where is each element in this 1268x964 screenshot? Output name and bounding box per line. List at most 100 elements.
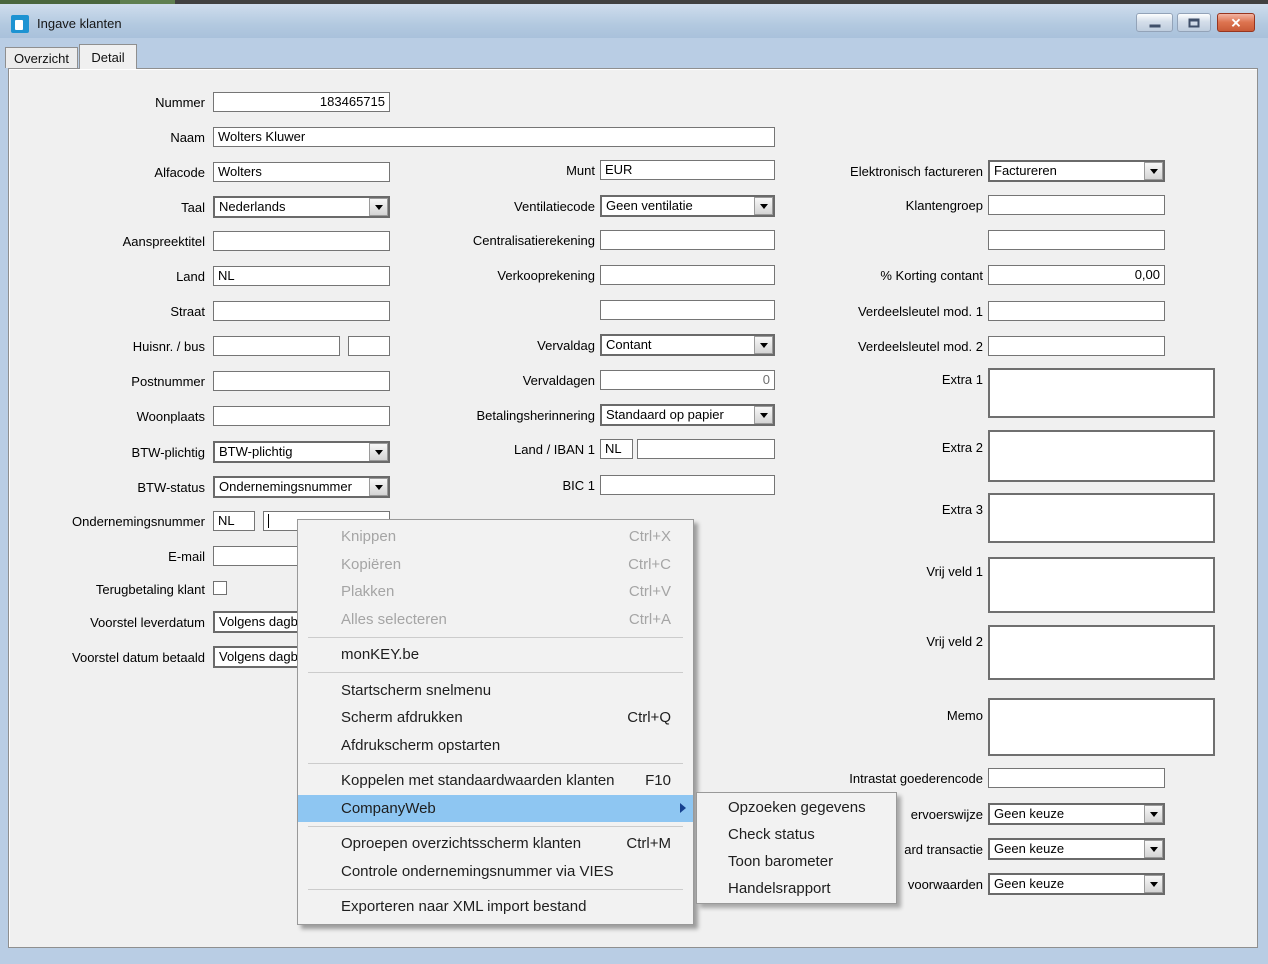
woonplaats-input[interactable] bbox=[213, 406, 390, 426]
vervaldag-select[interactable]: Contant bbox=[600, 334, 775, 356]
verkooprekening-input[interactable] bbox=[600, 265, 775, 285]
text-cursor bbox=[268, 514, 269, 528]
menu-item-monkey-be[interactable]: monKEY.be bbox=[298, 641, 693, 669]
elektronisch-factureren-label: Elektronisch factureren bbox=[757, 164, 983, 180]
chevron-down-icon[interactable] bbox=[1144, 875, 1163, 893]
aard-transactie-select[interactable]: Geen keuze bbox=[988, 838, 1165, 860]
alfacode-input[interactable]: Wolters bbox=[213, 162, 390, 182]
betalingsherinnering-select[interactable]: Standaard op papier bbox=[600, 404, 775, 426]
application-window: Ingave klanten ✕ Overzicht Detail Nummer… bbox=[0, 0, 1268, 964]
chevron-down-icon[interactable] bbox=[1144, 840, 1163, 858]
ondernemingsnummer-land-input[interactable]: NL bbox=[213, 511, 255, 531]
munt-label: Munt bbox=[420, 163, 595, 179]
vervaldagen-input[interactable]: 0 bbox=[600, 370, 775, 390]
chevron-down-icon[interactable] bbox=[1144, 162, 1163, 180]
bic1-input[interactable] bbox=[600, 475, 775, 495]
menu-item-knippen: Knippen Ctrl+X bbox=[298, 523, 693, 551]
menu-item-startscherm-snelmenu[interactable]: Startscherm snelmenu bbox=[298, 677, 693, 705]
chevron-down-icon[interactable] bbox=[754, 406, 773, 424]
extra1-textarea[interactable] bbox=[988, 368, 1215, 418]
menu-item-scherm-afdrukken[interactable]: Scherm afdrukken Ctrl+Q bbox=[298, 704, 693, 732]
email-label: E-mail bbox=[10, 549, 205, 565]
btw-plichtig-select[interactable]: BTW-plichtig bbox=[213, 441, 390, 463]
menu-item-shortcut: Ctrl+A bbox=[629, 611, 671, 628]
taal-select[interactable]: Nederlands bbox=[213, 196, 390, 218]
close-button[interactable]: ✕ bbox=[1217, 13, 1255, 32]
verdeelsleutel1-label: Verdeelsleutel mod. 1 bbox=[757, 304, 983, 320]
menu-item-koppelen-standaardwaarden[interactable]: Koppelen met standaardwaarden klanten F1… bbox=[298, 767, 693, 795]
verdeelsleutel2-input[interactable] bbox=[988, 336, 1165, 356]
minimize-button[interactable] bbox=[1136, 13, 1173, 32]
elektronisch-factureren-select[interactable]: Factureren bbox=[988, 160, 1165, 182]
companyweb-submenu: Opzoeken gegevens Check status Toon baro… bbox=[696, 792, 897, 904]
menu-item-exporteren-xml[interactable]: Exporteren naar XML import bestand bbox=[298, 893, 693, 921]
tab-overzicht[interactable]: Overzicht bbox=[5, 47, 78, 68]
maximize-icon bbox=[1189, 18, 1200, 27]
bus-input[interactable] bbox=[348, 336, 390, 356]
memo-textarea[interactable] bbox=[988, 698, 1215, 756]
vrij-veld2-textarea[interactable] bbox=[988, 625, 1215, 680]
nummer-label: Nummer bbox=[10, 95, 205, 111]
menu-item-label: Koppelen met standaardwaarden klanten bbox=[341, 772, 615, 789]
menu-item-oproepen-overzichtsscherm[interactable]: Oproepen overzichtsscherm klanten Ctrl+M bbox=[298, 830, 693, 858]
menu-item-shortcut: F10 bbox=[645, 772, 671, 789]
submenu-item-opzoeken-gegevens[interactable]: Opzoeken gegevens bbox=[697, 794, 896, 821]
postnummer-input[interactable] bbox=[213, 371, 390, 391]
chevron-down-icon[interactable] bbox=[369, 198, 388, 216]
alfacode-label: Alfacode bbox=[10, 165, 205, 181]
chevron-down-icon[interactable] bbox=[1144, 805, 1163, 823]
chevron-down-icon[interactable] bbox=[369, 478, 388, 496]
verdeelsleutel1-input[interactable] bbox=[988, 301, 1165, 321]
nummer-input[interactable]: 183465715 bbox=[213, 92, 390, 112]
menu-item-label: CompanyWeb bbox=[341, 800, 436, 817]
korting-contant-input[interactable]: 0,00 bbox=[988, 265, 1165, 285]
btw-status-select[interactable]: Ondernemingsnummer bbox=[213, 476, 390, 498]
menu-item-companyweb[interactable]: CompanyWeb bbox=[298, 795, 693, 823]
klantengroep2-input[interactable] bbox=[988, 230, 1165, 250]
centralisatierekening-input[interactable] bbox=[600, 230, 775, 250]
verkooprekening2-input[interactable] bbox=[600, 300, 775, 320]
terugbetaling-klant-checkbox[interactable] bbox=[213, 581, 227, 595]
betalingsherinnering-value: Standaard op papier bbox=[606, 406, 724, 424]
munt-input[interactable]: EUR bbox=[600, 160, 775, 180]
centralisatierekening-label: Centralisatierekening bbox=[420, 233, 595, 249]
submenu-item-handelsrapport[interactable]: Handelsrapport bbox=[697, 875, 896, 902]
intrastat-goederencode-input[interactable] bbox=[988, 768, 1165, 788]
maximize-button[interactable] bbox=[1177, 13, 1211, 32]
chevron-down-icon[interactable] bbox=[369, 443, 388, 461]
ventilatiecode-select[interactable]: Geen ventilatie bbox=[600, 195, 775, 217]
tab-detail[interactable]: Detail bbox=[79, 44, 137, 69]
submenu-item-toon-barometer[interactable]: Toon barometer bbox=[697, 848, 896, 875]
iban1-input[interactable] bbox=[637, 439, 775, 459]
voorwaarden-select[interactable]: Geen keuze bbox=[988, 873, 1165, 895]
extra3-textarea[interactable] bbox=[988, 493, 1215, 543]
menu-separator bbox=[308, 672, 683, 673]
naam-label: Naam bbox=[10, 130, 205, 146]
aanspreektitel-input[interactable] bbox=[213, 231, 390, 251]
menu-item-alles-selecteren: Alles selecteren Ctrl+A bbox=[298, 606, 693, 634]
iban1-land-input[interactable]: NL bbox=[600, 439, 633, 459]
menu-item-shortcut: Ctrl+C bbox=[628, 556, 671, 573]
land-iban1-label: Land / IBAN 1 bbox=[420, 442, 595, 458]
vervoerswijze-select[interactable]: Geen keuze bbox=[988, 803, 1165, 825]
elektronisch-factureren-value: Factureren bbox=[994, 162, 1057, 180]
btw-status-label: BTW-status bbox=[10, 480, 205, 496]
menu-item-shortcut: Ctrl+Q bbox=[627, 709, 671, 726]
voorwaarden-value: Geen keuze bbox=[994, 875, 1064, 893]
menu-item-controle-vies[interactable]: Controle ondernemingsnummer via VIES bbox=[298, 858, 693, 886]
verkooprekening-label: Verkooprekening bbox=[420, 268, 595, 284]
submenu-item-check-status[interactable]: Check status bbox=[697, 821, 896, 848]
straat-input[interactable] bbox=[213, 301, 390, 321]
land-input[interactable]: NL bbox=[213, 266, 390, 286]
extra2-textarea[interactable] bbox=[988, 430, 1215, 482]
title-bar: Ingave klanten bbox=[0, 4, 1268, 38]
ondernemingsnummer-label: Ondernemingsnummer bbox=[10, 514, 205, 530]
menu-item-label: Exporteren naar XML import bestand bbox=[341, 898, 586, 915]
huisnr-input[interactable] bbox=[213, 336, 340, 356]
klantengroep-input[interactable] bbox=[988, 195, 1165, 215]
menu-item-afdrukscherm-opstarten[interactable]: Afdrukscherm opstarten bbox=[298, 732, 693, 760]
naam-input[interactable]: Wolters Kluwer bbox=[213, 127, 775, 147]
menu-item-shortcut: Ctrl+M bbox=[626, 835, 671, 852]
vrij-veld1-textarea[interactable] bbox=[988, 557, 1215, 613]
menu-item-label: Startscherm snelmenu bbox=[341, 682, 491, 699]
